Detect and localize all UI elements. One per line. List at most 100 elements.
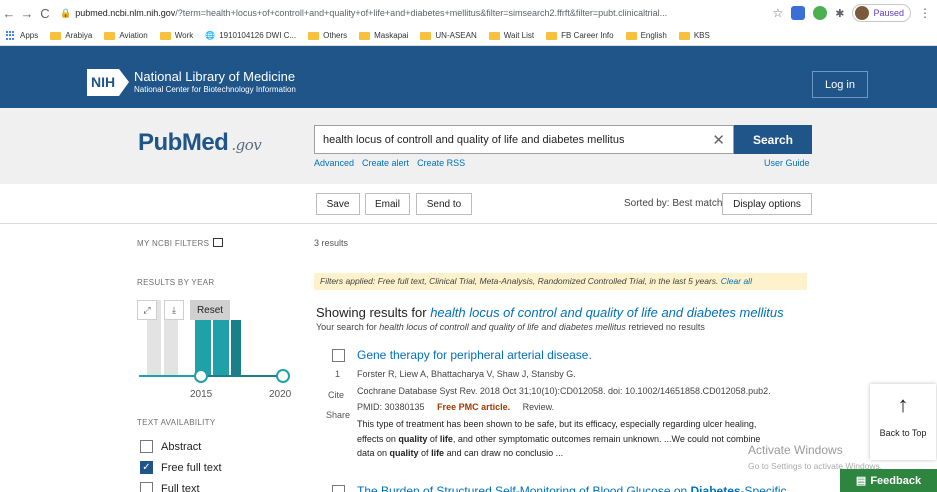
nih-logo[interactable]: NIH: [87, 69, 130, 96]
bookmark-item[interactable]: Others: [308, 31, 347, 40]
snippet-line-2: effects on quality of life, and other sy…: [357, 432, 802, 447]
year-bar-2018[interactable]: [231, 320, 241, 376]
snippet-text: and can draw no conclusio ...: [444, 448, 564, 458]
result-1-checkbox[interactable]: [332, 349, 345, 362]
folder-icon: [50, 31, 62, 40]
feedback-label: Feedback: [870, 474, 922, 487]
folder-icon: [359, 31, 371, 40]
bookmark-item[interactable]: 🌐 1910104126 DWI C...: [205, 31, 296, 40]
snippet-highlight: quality: [389, 448, 419, 458]
text-availability-heading: TEXT AVAILABILITY: [137, 418, 216, 427]
search-button[interactable]: Search: [734, 125, 812, 154]
advanced-link[interactable]: Advanced: [314, 158, 354, 168]
snippet-text: , and other symptomatic outcomes remain …: [452, 433, 761, 444]
send-to-button[interactable]: Send to: [416, 193, 472, 215]
folder-icon: [420, 31, 432, 40]
star-icon[interactable]: ☆: [772, 6, 783, 20]
sorted-by-label[interactable]: Sorted by: Best match: [624, 198, 722, 209]
filter-abstract[interactable]: Abstract: [140, 440, 201, 453]
expand-icon[interactable]: ⤢: [137, 300, 157, 320]
year-range-end-handle[interactable]: [276, 369, 290, 383]
bookmark-item[interactable]: Aviation: [104, 31, 148, 40]
download-icon[interactable]: ⤓: [164, 300, 184, 320]
menu-icon[interactable]: ⋮: [919, 6, 931, 20]
bookmark-item[interactable]: KBS: [678, 31, 710, 40]
result-2-title-highlight: Diabetes: [690, 484, 741, 492]
result-2-checkbox[interactable]: [332, 485, 345, 492]
extension-leaf-icon[interactable]: [813, 6, 828, 20]
forward-arrow-icon[interactable]: →: [18, 6, 36, 21]
display-options-button[interactable]: Display options: [722, 193, 812, 215]
year-bar-2016[interactable]: [213, 320, 229, 376]
feedback-button[interactable]: ▤ Feedback: [840, 469, 937, 492]
bookmark-label: Maskapai: [374, 31, 409, 40]
search-input[interactable]: health locus of controll and quality of …: [314, 125, 734, 154]
bookmark-item[interactable]: Wait List: [488, 31, 534, 40]
year-range-start-handle[interactable]: [194, 369, 208, 383]
email-button[interactable]: Email: [365, 193, 410, 215]
user-guide-link[interactable]: User Guide: [764, 158, 810, 168]
bookmark-label: Aviation: [119, 31, 148, 40]
back-arrow-icon[interactable]: ←: [0, 6, 18, 21]
my-ncbi-filters-heading[interactable]: MY NCBI FILTERS: [137, 238, 224, 248]
puzzle-icon[interactable]: ✱: [835, 7, 844, 20]
abstract-checkbox[interactable]: [140, 440, 153, 453]
year-bar-2015[interactable]: [195, 320, 211, 376]
result-1-title-link[interactable]: Gene therapy for peripheral arterial dis…: [357, 348, 592, 362]
snippet-highlight: quality: [398, 433, 428, 444]
result-1-number: 1: [335, 369, 341, 379]
login-button[interactable]: Log in: [812, 71, 868, 98]
browser-address-bar: ← → C 🔒 pubmed.ncbi.nlm.nih.gov/?term=he…: [0, 0, 937, 26]
bookmark-item[interactable]: Apps: [6, 30, 38, 41]
result-1-citation: Cochrane Database Syst Rev. 2018 Oct 31;…: [357, 386, 771, 396]
profile-avatar: [855, 6, 870, 20]
extension-icon[interactable]: [791, 6, 806, 20]
snippet-line-3: data on quality of life and can draw no …: [357, 446, 802, 461]
original-query[interactable]: health locus of controll and quality of …: [379, 322, 626, 332]
full-text-checkbox[interactable]: [140, 482, 153, 492]
pubmed-logo-med: Med: [181, 129, 229, 156]
bookmark-item[interactable]: English: [625, 31, 667, 40]
reset-button[interactable]: Reset: [190, 300, 230, 320]
free-full-text-label: Free full text: [161, 461, 222, 474]
save-button[interactable]: Save: [316, 193, 360, 215]
bookmark-label: Arabiya: [65, 31, 93, 40]
result-2-title-part: The Burden of Structured Self-Monitoring…: [357, 484, 691, 492]
bookmark-item[interactable]: Maskapai: [359, 31, 408, 40]
cite-button[interactable]: Cite: [328, 390, 344, 400]
snippet-text: of: [427, 433, 440, 444]
nih-logo-text: NIH: [87, 69, 120, 96]
bookmark-item[interactable]: Arabiya: [50, 31, 92, 40]
bookmark-label: UN-ASEAN: [435, 31, 477, 40]
back-to-top-button[interactable]: ↑ Back to Top: [870, 384, 936, 460]
year-start-label: 2015: [190, 389, 213, 400]
bookmark-item[interactable]: Work: [159, 31, 193, 40]
result-2-title-link[interactable]: The Burden of Structured Self-Monitoring…: [357, 484, 787, 492]
arrow-up-icon: ↑: [897, 392, 909, 417]
result-2-title-part: -Specific: [740, 484, 787, 492]
create-rss-link[interactable]: Create RSS: [417, 158, 465, 168]
share-button[interactable]: Share: [326, 410, 350, 420]
create-alert-link[interactable]: Create alert: [362, 158, 409, 168]
filter-free-full-text[interactable]: ✓ Free full text: [140, 461, 222, 474]
url-field[interactable]: pubmed.ncbi.nlm.nih.gov/?term=health+loc…: [75, 8, 775, 18]
results-action-bar: Save Email Send to Sorted by: Best match…: [0, 184, 937, 224]
clear-all-link[interactable]: Clear all: [721, 276, 752, 286]
corrected-query-link[interactable]: health locus of control and quality of l…: [430, 305, 783, 320]
folder-icon: [488, 31, 500, 40]
profile-paused-button[interactable]: Paused: [852, 4, 911, 22]
bookmark-item[interactable]: FB Career Info: [546, 31, 614, 40]
filter-full-text[interactable]: Full text: [140, 482, 200, 492]
clear-search-icon[interactable]: ✕: [712, 131, 725, 149]
search-query-text: health locus of controll and quality of …: [323, 133, 625, 146]
reload-icon[interactable]: C: [36, 6, 54, 21]
results-count: 3 results: [314, 238, 349, 248]
nlm-title[interactable]: National Library of Medicine: [134, 70, 295, 84]
pubmed-logo-gov: .gov: [231, 136, 262, 154]
showing-prefix: Showing results for: [316, 305, 427, 320]
pubmed-logo[interactable]: Pub Med .gov: [138, 129, 262, 157]
bookmarks-bar: Apps Arabiya Aviation Work 🌐 1910104126 DWI C…: [0, 26, 937, 46]
bookmark-item[interactable]: UN-ASEAN: [420, 31, 477, 40]
free-full-text-checkbox[interactable]: ✓: [140, 461, 153, 474]
your-search-prefix: Your search for: [316, 322, 377, 332]
